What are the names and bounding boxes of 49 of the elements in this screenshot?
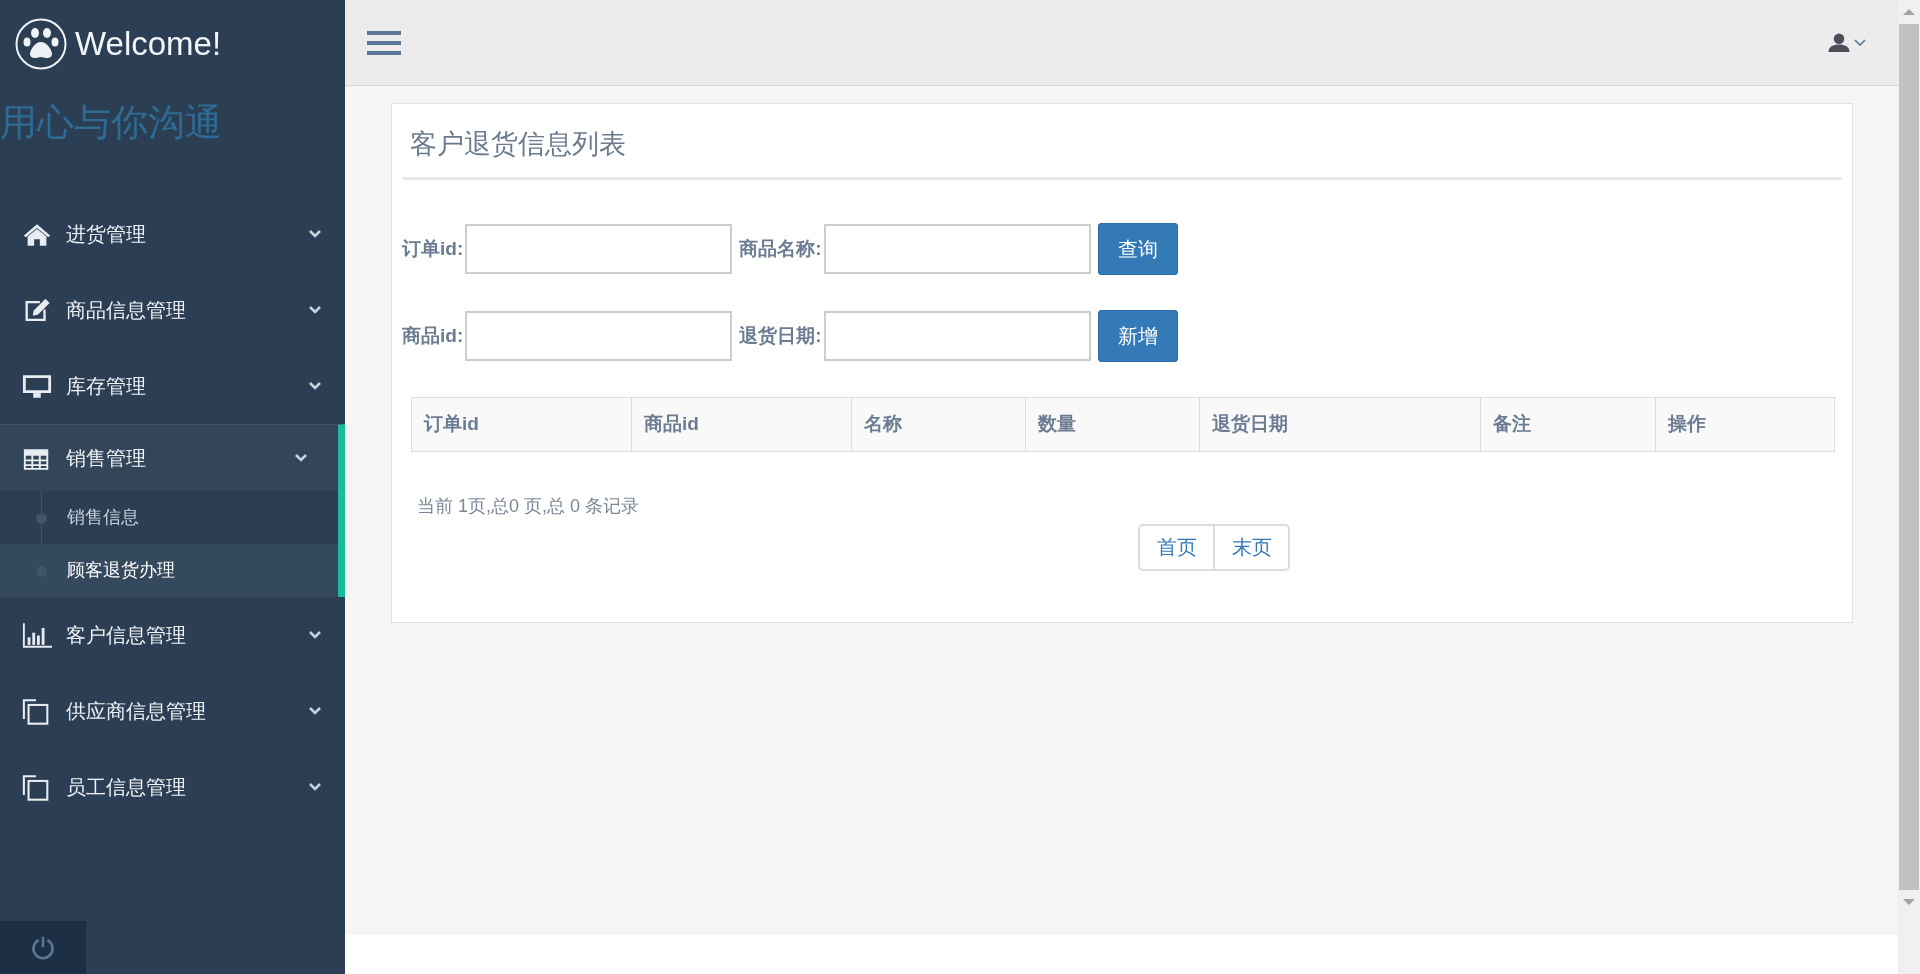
menu-item[interactable]: 进货管理 xyxy=(0,196,345,272)
paw-logo-icon xyxy=(15,18,67,70)
chevron-down-icon xyxy=(308,381,322,391)
menu-item[interactable]: 客户信息管理 xyxy=(0,597,345,673)
chevron-down-icon xyxy=(308,229,322,239)
table-header-cell: 商品id xyxy=(632,398,852,451)
menu-icon[interactable] xyxy=(367,28,401,57)
monitor-icon xyxy=(22,372,52,400)
pagination-button[interactable]: 首页 xyxy=(1138,524,1215,571)
user-menu[interactable] xyxy=(1828,32,1866,53)
power-icon xyxy=(30,934,56,961)
chevron-down-icon xyxy=(308,706,322,716)
action-button[interactable]: 查询 xyxy=(1097,223,1178,275)
table-header-cell: 数量 xyxy=(1026,398,1200,451)
submenu-item[interactable]: 销售信息 xyxy=(0,491,338,544)
power-button[interactable] xyxy=(0,921,86,974)
chevron-down-icon xyxy=(308,305,322,315)
field-label: 商品名称: xyxy=(739,237,822,261)
bar-chart-icon xyxy=(22,621,52,649)
user-icon xyxy=(1828,32,1850,53)
panel-title: 客户退货信息列表 xyxy=(402,104,1842,180)
table-header-cell-text: 操作 xyxy=(1666,412,1707,436)
table-header-cell: 退货日期 xyxy=(1200,398,1481,451)
field-label: 退货日期: xyxy=(739,324,822,348)
table-header-cell: 订单id xyxy=(412,398,632,451)
brand-title: Welcome! xyxy=(75,25,222,63)
menu-item[interactable]: 库存管理 xyxy=(0,348,345,424)
input-field[interactable] xyxy=(823,224,1091,274)
scrollbar[interactable] xyxy=(1898,0,1920,974)
table-header-cell: 名称 xyxy=(852,398,1026,451)
chevron-down-icon xyxy=(308,782,322,792)
caret-icon xyxy=(1854,38,1866,47)
menu-item[interactable]: 商品信息管理 xyxy=(0,272,345,348)
table-header-cell: 备注 xyxy=(1481,398,1656,451)
menu-item[interactable]: 员工信息管理 xyxy=(0,749,345,825)
chevron-down-icon xyxy=(308,630,322,640)
field-label: 订单id: xyxy=(402,237,464,261)
pagination-button[interactable]: 末页 xyxy=(1213,524,1290,571)
menu-item[interactable]: 供应商信息管理 xyxy=(0,673,345,749)
field-label: 商品id: xyxy=(402,324,464,348)
submenu-item[interactable]: 顾客退货办理 xyxy=(0,544,338,597)
page-summary: 当前 1页,总0 页,总 0 条记录 xyxy=(417,495,641,518)
slogan: 用心与你沟通 xyxy=(0,101,223,145)
input-field[interactable] xyxy=(465,224,733,274)
menu-item[interactable]: 销售管理 xyxy=(0,424,345,491)
input-field[interactable] xyxy=(465,311,733,361)
input-field[interactable] xyxy=(823,311,1091,361)
action-button[interactable]: 新增 xyxy=(1097,310,1178,362)
chevron-down-icon xyxy=(294,453,308,463)
